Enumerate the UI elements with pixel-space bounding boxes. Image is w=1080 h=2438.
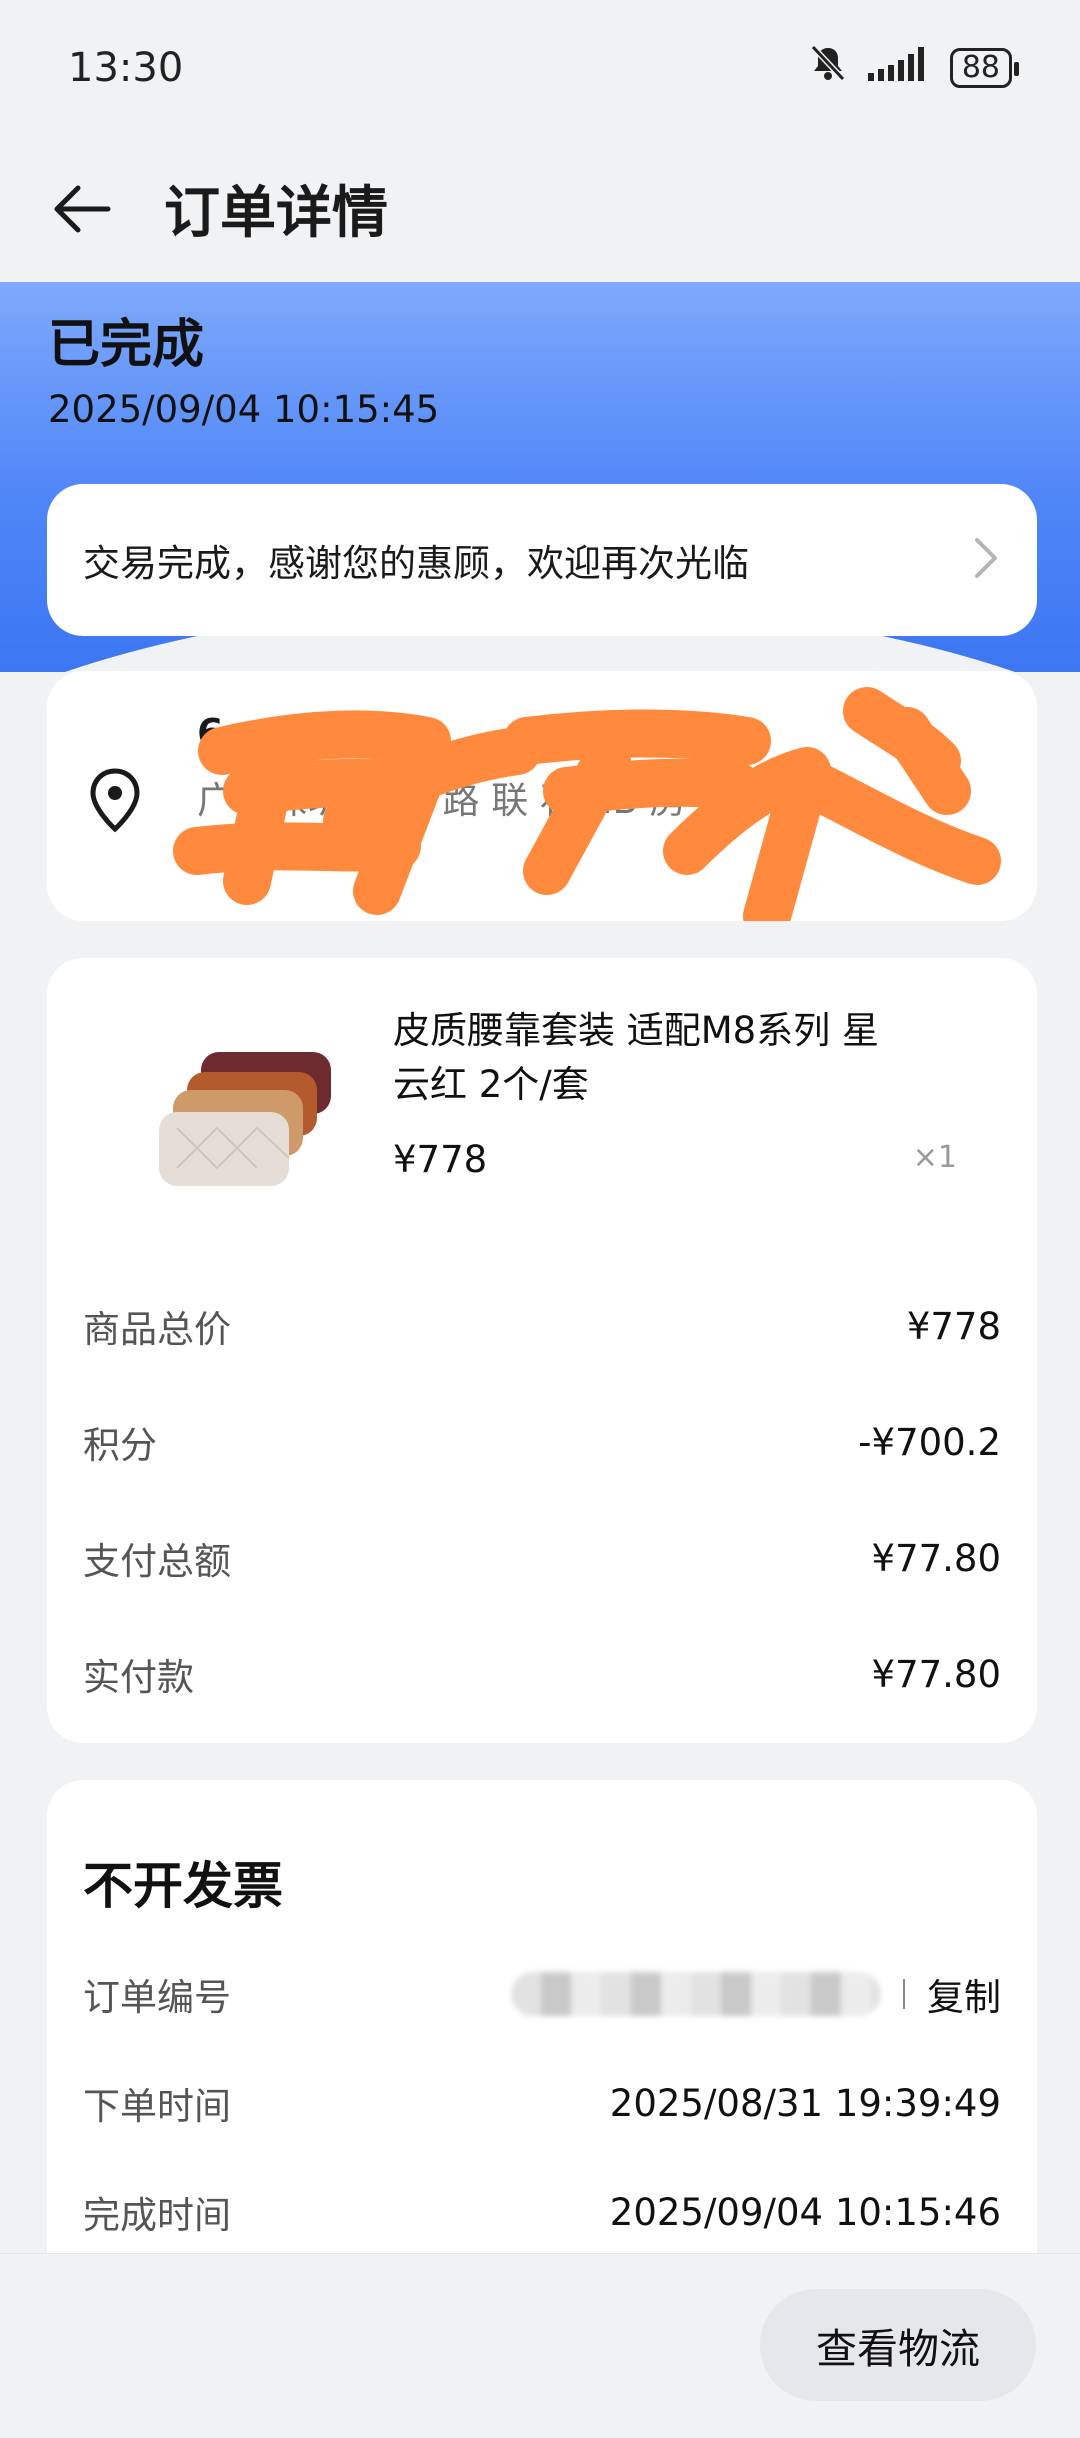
chevron-right-icon [971, 536, 1001, 584]
view-logistics-button[interactable]: 查看物流 [760, 2289, 1036, 2401]
order-number-row: 订单编号 复制 [83, 1964, 1001, 2024]
price-row-label: 积分 [83, 1424, 157, 1467]
order-number-label: 订单编号 [83, 1976, 231, 2019]
address-card[interactable]: 6 . 2 广东深圳宝 新 路 联 石 1B 房 [47, 671, 1037, 921]
bell-off-icon [808, 43, 848, 93]
order-status-title: 已完成 [48, 315, 205, 375]
top-bar: 订单详情 [0, 135, 1080, 282]
price-row: 实付款 ¥77.80 [83, 1644, 1001, 1704]
price-row-label: 实付款 [83, 1656, 194, 1699]
price-row-value: ¥77.80 [871, 1652, 1001, 1696]
bottom-action-bar: 查看物流 [0, 2253, 1080, 2438]
signal-icon [866, 43, 932, 93]
complete-time-row: 完成时间 2025/09/04 10:15:46 [83, 2182, 1001, 2242]
price-row-label: 商品总价 [83, 1308, 231, 1351]
product-price: ¥778 [393, 1138, 488, 1181]
product-quantity: ×1 [912, 1140, 957, 1175]
price-row-label: 支付总额 [83, 1540, 231, 1583]
copy-button[interactable]: 复制 [927, 1967, 1001, 2021]
order-number-blurred [511, 1972, 881, 2016]
page-title: 订单详情 [164, 181, 388, 246]
order-time-label: 下单时间 [83, 2085, 231, 2128]
complete-time-label: 完成时间 [83, 2194, 231, 2237]
price-row: 商品总价 ¥778 [83, 1296, 1001, 1356]
price-row-value: ¥77.80 [871, 1536, 1001, 1580]
order-status-time: 2025/09/04 10:15:45 [48, 388, 440, 431]
status-time: 13:30 [68, 44, 184, 91]
pillow-set-icon [159, 1052, 331, 1186]
complete-time-value: 2025/09/04 10:15:46 [609, 2190, 1001, 2234]
price-row-value: ¥778 [906, 1304, 1001, 1348]
divider [903, 1979, 905, 2009]
order-time-row: 下单时间 2025/08/31 19:39:49 [83, 2073, 1001, 2133]
back-button[interactable] [50, 177, 114, 241]
redaction-scribble [173, 687, 1001, 921]
notice-card[interactable]: 交易完成，感谢您的惠顾，欢迎再次光临 [47, 484, 1037, 636]
order-number-group: 复制 [511, 1967, 1001, 2021]
status-bar: 13:30 88 [0, 0, 1080, 135]
order-time-value: 2025/08/31 19:39:49 [609, 2081, 1001, 2125]
notice-text: 交易完成，感谢您的惠顾，欢迎再次光临 [83, 542, 749, 585]
arrow-left-icon [54, 185, 111, 232]
order-card: 皮质腰靠套装 适配M8系列 星云红 2个/套 ¥778 ×1 商品总价 ¥778… [47, 958, 1037, 1743]
status-icons: 88 [808, 43, 1020, 93]
product-name[interactable]: 皮质腰靠套装 适配M8系列 星云红 2个/套 [393, 1004, 913, 1112]
product-image[interactable] [147, 1028, 337, 1212]
invoice-title: 不开发票 [83, 1857, 283, 1915]
price-row-value: -¥700.2 [858, 1420, 1001, 1464]
price-row: 积分 -¥700.2 [83, 1412, 1001, 1472]
battery-icon: 88 [949, 47, 1020, 88]
price-row: 支付总额 ¥77.80 [83, 1528, 1001, 1588]
